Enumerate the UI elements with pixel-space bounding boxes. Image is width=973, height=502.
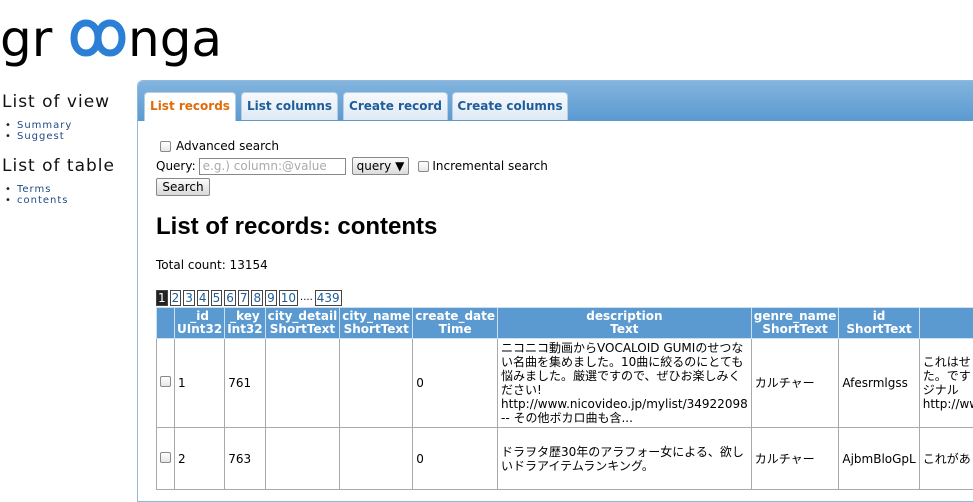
list-of-view-heading: List of view	[2, 92, 136, 112]
table-row: 2 763 0 ドラヲタ歴30年のアラフォー女による、欲しいドラアイテムランキン…	[157, 428, 973, 490]
column-header-rid[interactable]: idShortText	[839, 308, 919, 339]
sidebar-item-contents[interactable]: contents	[17, 195, 136, 206]
cell-city-name	[340, 339, 413, 428]
tab-bar: List records List columns Create record …	[138, 81, 973, 121]
incremental-search-label: Incremental search	[432, 159, 548, 173]
cell-genre-name: カルチャー	[751, 339, 839, 428]
page-link-9[interactable]: 9	[265, 290, 277, 306]
page-link-6[interactable]: 6	[224, 290, 236, 306]
tab-create-columns[interactable]: Create columns	[452, 92, 568, 120]
tab-create-record[interactable]: Create record	[343, 92, 448, 120]
table-row: 1 761 0 ニコニコ動画からVOCALOID GUMIのせつない名曲を集めま…	[157, 339, 973, 428]
cell-rid: Afesrmlgss	[839, 339, 919, 428]
cell-city-detail	[265, 339, 340, 428]
view-list: Summary Suggest	[0, 120, 136, 142]
sidebar-item-summary[interactable]: Summary	[17, 120, 136, 131]
row-checkbox[interactable]	[160, 452, 171, 463]
sidebar: List of view Summary Suggest List of tab…	[0, 88, 136, 220]
column-header-create-date[interactable]: create_dateTime	[413, 308, 498, 339]
incremental-search-checkbox[interactable]	[418, 161, 429, 172]
cell-extra: これはせた。です リジナル http://www	[919, 339, 973, 428]
cell-id: 1	[175, 339, 225, 428]
advanced-search-row: Advanced search	[160, 137, 973, 155]
content: Advanced search Query: e.g.) column:@val…	[138, 121, 973, 490]
svg-text:gr: gr	[0, 10, 53, 68]
tab-list-records[interactable]: List records	[144, 92, 236, 121]
query-label: Query:	[156, 159, 196, 173]
column-header-key[interactable]: _keyInt32	[225, 308, 265, 339]
total-count: Total count: 13154	[156, 258, 973, 272]
page-link-1[interactable]: 1	[156, 290, 168, 306]
cell-extra: これがあ	[919, 428, 973, 490]
query-row: Query: e.g.) column:@value query ▼ Incre…	[156, 156, 973, 176]
cell-id: 2	[175, 428, 225, 490]
table-list: Terms contents	[0, 184, 136, 206]
row-select-cell	[157, 339, 175, 428]
cell-key: 761	[225, 339, 265, 428]
column-header-more	[919, 308, 973, 339]
cell-rid: AjbmBloGpL	[839, 428, 919, 490]
records-table: _idUInt32 _keyInt32 city_detailShortText…	[156, 307, 973, 490]
advanced-search-label: Advanced search	[176, 139, 279, 153]
page-link-2[interactable]: 2	[170, 290, 182, 306]
column-header-description[interactable]: descriptionText	[498, 308, 752, 339]
cell-city-detail	[265, 428, 340, 490]
page-link-10[interactable]: 10	[279, 290, 298, 306]
page-title: List of records: contents	[156, 213, 973, 241]
pager-ellipsis: ....	[300, 292, 313, 303]
groonga-logo[interactable]: gr nga	[0, 0, 230, 72]
column-header-city-detail[interactable]: city_detailShortText	[265, 308, 340, 339]
list-of-table-heading: List of table	[2, 156, 136, 176]
column-header-city-name[interactable]: city_nameShortText	[340, 308, 413, 339]
page-link-4[interactable]: 4	[197, 290, 209, 306]
column-header-id[interactable]: _idUInt32	[175, 308, 225, 339]
page-link-7[interactable]: 7	[238, 290, 250, 306]
page-link-3[interactable]: 3	[183, 290, 195, 306]
cell-genre-name: カルチャー	[751, 428, 839, 490]
row-select-cell	[157, 428, 175, 490]
table-header-row: _idUInt32 _keyInt32 city_detailShortText…	[157, 308, 973, 339]
svg-text:nga: nga	[128, 10, 222, 68]
cell-create-date: 0	[413, 339, 498, 428]
row-checkbox[interactable]	[160, 376, 171, 387]
tab-list-columns[interactable]: List columns	[241, 92, 338, 120]
page-link-8[interactable]: 8	[251, 290, 263, 306]
query-input[interactable]: e.g.) column:@value	[199, 158, 346, 175]
sidebar-item-terms[interactable]: Terms	[17, 184, 136, 195]
cell-city-name	[340, 428, 413, 490]
sidebar-item-suggest[interactable]: Suggest	[17, 131, 136, 142]
pagination: 1 2 3 4 5 6 7 8 9 10 .... 439	[156, 289, 973, 306]
cell-description: ドラヲタ歴30年のアラフォー女による、欲しいドラアイテムランキング。	[498, 428, 752, 490]
column-header-select	[157, 308, 175, 339]
page-link-last[interactable]: 439	[315, 290, 342, 306]
cell-create-date: 0	[413, 428, 498, 490]
query-mode-select[interactable]: query ▼	[352, 157, 410, 175]
main-panel: List records List columns Create record …	[137, 80, 973, 502]
cell-description: ニコニコ動画からVOCALOID GUMIのせつない名曲を集めました。10曲に絞…	[498, 339, 752, 428]
cell-key: 763	[225, 428, 265, 490]
advanced-search-checkbox[interactable]	[160, 141, 171, 152]
incremental-search-option: Incremental search	[418, 159, 548, 173]
search-button[interactable]: Search	[156, 178, 210, 196]
column-header-genre-name[interactable]: genre_nameShortText	[751, 308, 839, 339]
page-link-5[interactable]: 5	[211, 290, 223, 306]
